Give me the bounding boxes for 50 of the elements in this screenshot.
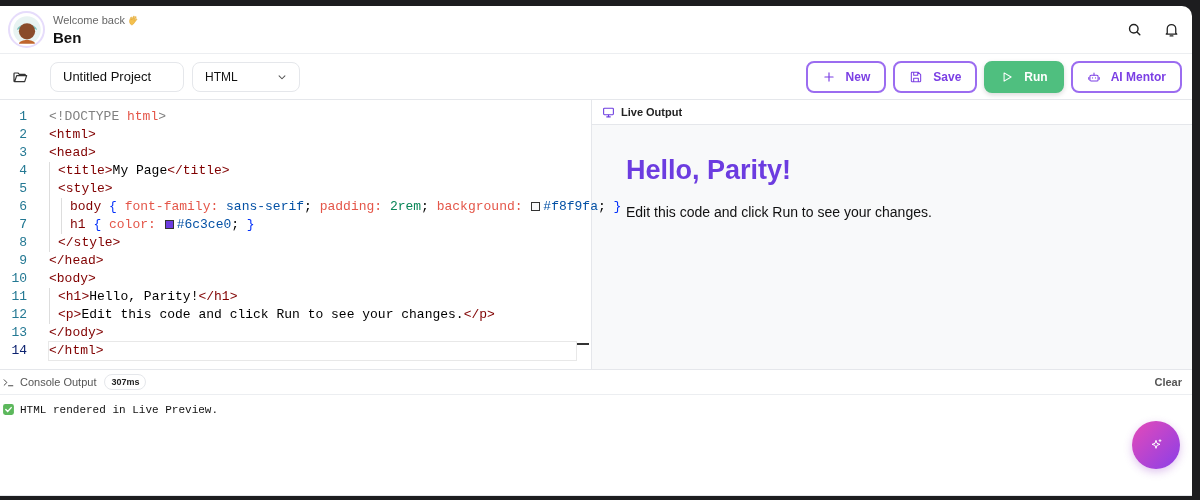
plus-icon bbox=[821, 69, 836, 84]
code-line: h1 { color: #6c3ce0; } bbox=[48, 215, 577, 235]
preview-paragraph: Edit this code and click Run to see your changes. bbox=[626, 204, 933, 220]
code-line: <p>Edit this code and click Run to see your changes.</p> bbox=[48, 305, 577, 325]
user-name: Ben bbox=[53, 28, 83, 46]
code-line: body { font-family: sans-serif; padding: 2rem; background: #f8f9fa; } bbox=[48, 197, 623, 217]
line-number: 13 bbox=[10, 324, 28, 342]
line-number: 1 bbox=[18, 108, 28, 126]
ai-mentor-button[interactable]: AI Mentor bbox=[1070, 60, 1182, 93]
line-number: 7 bbox=[18, 216, 28, 234]
code-line: <style> bbox=[48, 179, 577, 199]
code-line: <h1>Hello, Parity!</h1> bbox=[48, 287, 577, 307]
code-line: <title>My Page</title> bbox=[48, 161, 577, 181]
avatar-figure-icon bbox=[11, 14, 42, 45]
line-number: 5 bbox=[18, 180, 28, 198]
code-line: <html> bbox=[48, 126, 97, 144]
line-number: 9 bbox=[18, 252, 28, 270]
bell-icon bbox=[1163, 21, 1180, 38]
panel-title: Live Output bbox=[621, 106, 683, 118]
waving-hand-icon bbox=[126, 13, 140, 27]
notifications-button[interactable] bbox=[1163, 21, 1180, 38]
line-number: 14 bbox=[10, 342, 28, 360]
code-line: <head> bbox=[48, 144, 97, 162]
search-icon bbox=[1126, 21, 1143, 38]
panel-title: Console Output bbox=[20, 376, 97, 388]
robot-icon bbox=[1086, 69, 1101, 84]
clear-button[interactable]: Clear bbox=[1154, 376, 1182, 388]
line-number: 11 bbox=[10, 288, 28, 306]
language-dropdown[interactable]: HTML bbox=[192, 61, 300, 92]
greeting-text: Welcome back bbox=[53, 14, 125, 26]
preview-heading: Hello, Parity! bbox=[626, 155, 793, 186]
project-name-field[interactable]: Untitled Project bbox=[50, 61, 184, 92]
line-number: 4 bbox=[18, 162, 28, 180]
line-number: 8 bbox=[18, 234, 28, 252]
code-line: <body> bbox=[48, 270, 97, 288]
save-button[interactable]: Save bbox=[893, 60, 978, 93]
search-button[interactable] bbox=[1126, 21, 1143, 38]
console-message: HTML rendered in Live Preview. bbox=[20, 403, 219, 416]
code-line: </style> bbox=[48, 233, 577, 253]
code-line: <!DOCTYPE html> bbox=[48, 108, 168, 126]
line-number: 3 bbox=[18, 144, 28, 162]
line-number: 6 bbox=[18, 198, 28, 216]
code-line: </head> bbox=[48, 252, 105, 270]
code-line: </body> bbox=[48, 324, 105, 342]
monitor-icon bbox=[602, 105, 615, 119]
line-number: 12 bbox=[10, 306, 28, 324]
line-number: 2 bbox=[18, 126, 28, 144]
new-button[interactable]: New bbox=[805, 60, 887, 93]
ai-assistant-button[interactable] bbox=[1132, 421, 1180, 469]
line-number: 10 bbox=[10, 270, 28, 288]
